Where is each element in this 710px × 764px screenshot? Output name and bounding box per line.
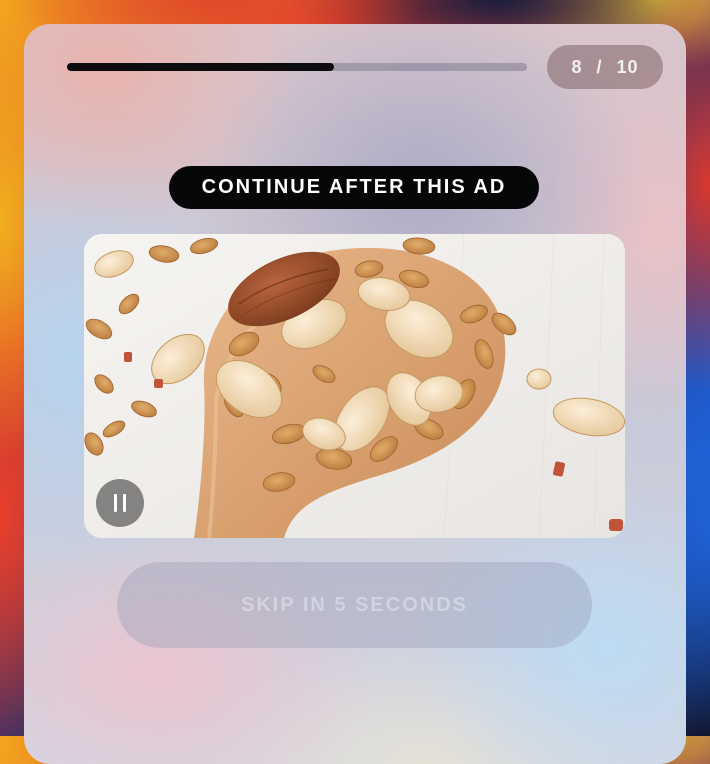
ad-interstitial-card: 8 / 10 CONTINUE AFTER THIS AD SKIP IN 5 … bbox=[24, 24, 686, 764]
step-counter: 8 / 10 bbox=[547, 45, 663, 89]
progress-bar-fill bbox=[67, 63, 334, 71]
ad-video-image bbox=[84, 234, 625, 538]
progress-bar bbox=[67, 63, 527, 71]
pause-button[interactable] bbox=[96, 479, 144, 527]
ad-video[interactable] bbox=[84, 234, 625, 538]
pause-icon-bar bbox=[123, 494, 126, 512]
step-counter-total: 10 bbox=[616, 56, 639, 77]
step-counter-current: 8 bbox=[571, 56, 583, 77]
step-counter-separator: / bbox=[596, 56, 603, 77]
pause-icon bbox=[114, 494, 117, 512]
continue-after-ad-label: CONTINUE AFTER THIS AD bbox=[169, 166, 539, 209]
skip-ad-button[interactable]: SKIP IN 5 SECONDS bbox=[117, 562, 592, 648]
